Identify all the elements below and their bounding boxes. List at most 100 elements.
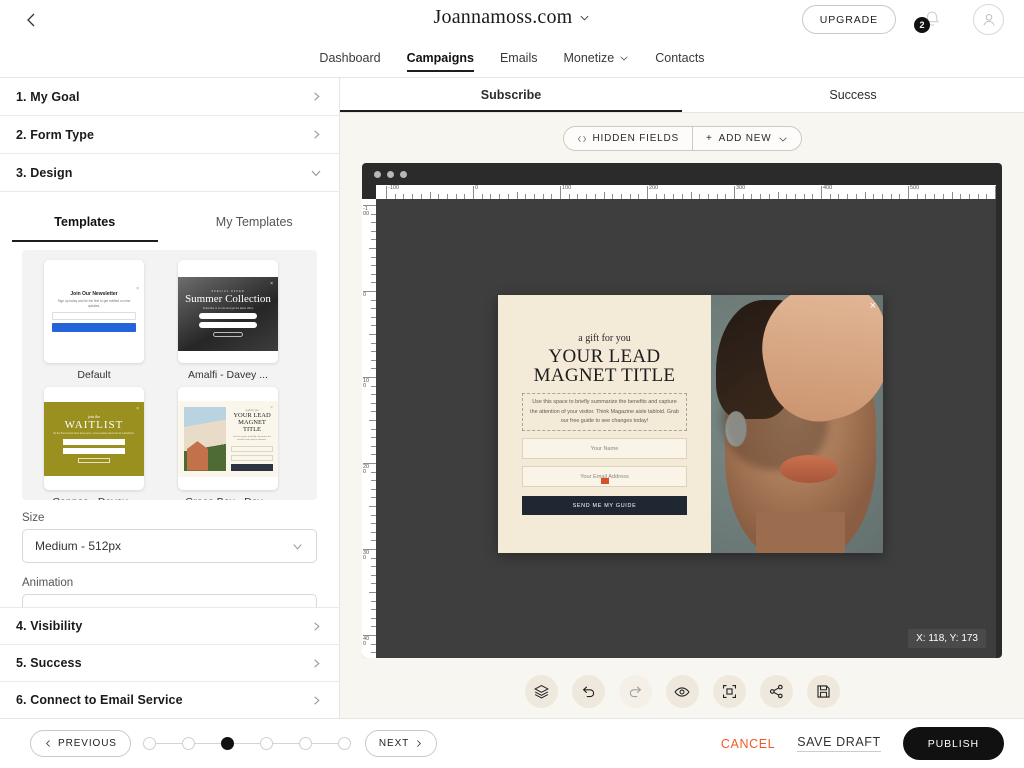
publish-button[interactable]: PUBLISH [902, 727, 1004, 760]
ruler-tick [363, 377, 376, 378]
nav-item-contacts[interactable]: Contacts [655, 51, 704, 67]
size-value: Medium - 512px [35, 539, 122, 553]
brand-name: Joannamoss.com [433, 6, 573, 28]
close-icon: × [270, 280, 273, 287]
sidebar-step-form-type[interactable]: 2. Form Type [0, 116, 339, 154]
tab-templates[interactable]: Templates [0, 202, 170, 242]
ruler-label: 100 [562, 185, 572, 191]
ruler-label: 0 [363, 292, 367, 298]
portrait-neck [755, 511, 846, 553]
sidebar-step-visibility[interactable]: 4. Visibility [0, 607, 339, 644]
save-draft-button[interactable]: SAVE DRAFT [797, 735, 881, 752]
template-thumbnail[interactable]: × a gift for you YOUR LEAD MAGNET TITLE … [178, 387, 278, 490]
step-dot-2[interactable] [181, 737, 195, 750]
tab-my-templates[interactable]: My Templates [170, 202, 340, 242]
ruler-tick [516, 192, 518, 199]
ruler-tick [951, 192, 953, 199]
add-new-label: ADD NEW [718, 133, 772, 144]
thumb-body: Subscribe to our list and get the latest… [202, 307, 254, 310]
popup-email-input[interactable]: Your Email Address [522, 466, 687, 488]
ruler-label: 200 [363, 464, 370, 476]
ruler-tick [690, 192, 692, 199]
close-icon: × [136, 286, 139, 292]
step-dot-6[interactable] [337, 737, 351, 750]
step-line [155, 742, 182, 745]
vertical-ruler: -100 0 100 200 300 400 [362, 199, 376, 658]
thumb-button [78, 458, 110, 464]
nav-label: Monetize [563, 50, 615, 65]
step-dot-3[interactable] [220, 737, 234, 750]
step-dot-4[interactable] [259, 737, 273, 750]
layers-button[interactable] [524, 675, 558, 708]
sidebar-step-my-goal[interactable]: 1. My Goal [0, 78, 339, 116]
ruler-tick [369, 592, 376, 593]
cursor-coordinates: X: 118, Y: 173 [908, 629, 986, 648]
step-label: 5. Success [16, 656, 82, 670]
sidebar-step-success[interactable]: 5. Success [0, 644, 339, 681]
cancel-button[interactable]: CANCEL [721, 737, 775, 751]
user-avatar-icon [982, 13, 995, 26]
canvas-stage[interactable]: a gift for you YOUR LEAD MAGNET TITLE Us… [376, 199, 996, 658]
template-thumbnail[interactable]: × SPECIAL OFFER Summer Collection Subscr… [178, 260, 278, 363]
ruler-label: 100 [363, 378, 370, 390]
notifications-button[interactable]: 2 [914, 8, 946, 34]
redo-button[interactable] [618, 675, 652, 708]
template-item-default[interactable]: × Join Our Newsletter Sign up today and … [30, 260, 158, 381]
popup-image-side[interactable]: × [711, 295, 883, 553]
thumb-button [231, 463, 273, 471]
popup-name-input[interactable]: Your Name [522, 438, 687, 460]
size-field-group: Size Medium - 512px [0, 500, 339, 563]
ruler-tick [734, 186, 735, 199]
template-item-grace-bay[interactable]: × a gift for you YOUR LEAD MAGNET TITLE … [164, 387, 292, 500]
nav-item-campaigns[interactable]: Campaigns [406, 51, 475, 72]
nav-item-dashboard[interactable]: Dashboard [319, 51, 380, 67]
tab-subscribe[interactable]: Subscribe [340, 78, 682, 112]
popup-body-text[interactable]: Use this space to briefly summarize the … [522, 393, 687, 432]
template-label: Amalfi - Davey ... [188, 369, 268, 381]
close-icon[interactable]: × [870, 300, 876, 312]
share-button[interactable] [759, 675, 793, 708]
template-label: Grace Bay - Dav... [164, 496, 292, 500]
add-new-button[interactable]: + ADD NEW [692, 127, 800, 150]
sidebar-step-design[interactable]: 3. Design [0, 154, 339, 192]
next-button[interactable]: NEXT [364, 730, 438, 757]
fullscreen-button[interactable] [712, 675, 746, 708]
ruler-tick [363, 635, 376, 636]
sidebar-steps-bottom: 4. Visibility 5. Success 6. Connect to E… [0, 607, 339, 718]
top-header: Joannamoss.com UPGRADE 2 [0, 0, 1024, 40]
avatar[interactable] [973, 4, 1004, 35]
template-tabs: Templates My Templates [0, 202, 339, 242]
tab-success[interactable]: Success [682, 78, 1024, 112]
save-button[interactable] [806, 675, 840, 708]
size-select[interactable]: Medium - 512px [22, 529, 317, 563]
template-thumbnail[interactable]: × join the WAITLIST Be the first to know… [44, 387, 144, 490]
previous-button[interactable]: PREVIOUS [30, 730, 131, 757]
step-dot-5[interactable] [298, 737, 312, 750]
share-icon [769, 684, 783, 699]
ruler-tick [647, 186, 648, 199]
canvas-window: -1000100200300400500600 -100010020030040… [362, 163, 1002, 658]
step-label: 1. My Goal [16, 89, 80, 104]
popup-title-line2: MAGNET TITLE [533, 365, 676, 387]
nav-item-monetize[interactable]: Monetize [563, 51, 629, 67]
popup-title: YOUR LEAD MAGNET TITLE [533, 346, 676, 387]
chevron-right-icon [314, 130, 320, 139]
thumb-body: Be the first to know when doors open - p… [53, 432, 135, 435]
template-item-amalfi[interactable]: × SPECIAL OFFER Summer Collection Subscr… [164, 260, 292, 381]
sidebar-step-connect-email-service[interactable]: 6. Connect to Email Service [0, 681, 339, 718]
hidden-fields-button[interactable]: HIDDEN FIELDS [564, 127, 693, 150]
ruler-label: 300 [363, 550, 370, 562]
fullscreen-icon [722, 684, 736, 699]
template-thumbnail[interactable]: × Join Our Newsletter Sign up today and … [44, 260, 144, 363]
upgrade-button[interactable]: UPGRADE [801, 5, 896, 34]
preview-button[interactable] [665, 675, 699, 708]
step-dot-1[interactable] [142, 737, 156, 750]
popup-submit-button[interactable]: SEND ME MY GUIDE [522, 496, 687, 516]
nav-item-emails[interactable]: Emails [500, 51, 538, 67]
template-item-cannes[interactable]: × join the WAITLIST Be the first to know… [30, 387, 158, 500]
ruler-tick [369, 334, 376, 335]
form-popup-preview[interactable]: a gift for you YOUR LEAD MAGNET TITLE Us… [498, 295, 883, 553]
ruler-label: 200 [649, 185, 659, 191]
ruler-tick [369, 420, 376, 421]
undo-button[interactable] [571, 675, 605, 708]
